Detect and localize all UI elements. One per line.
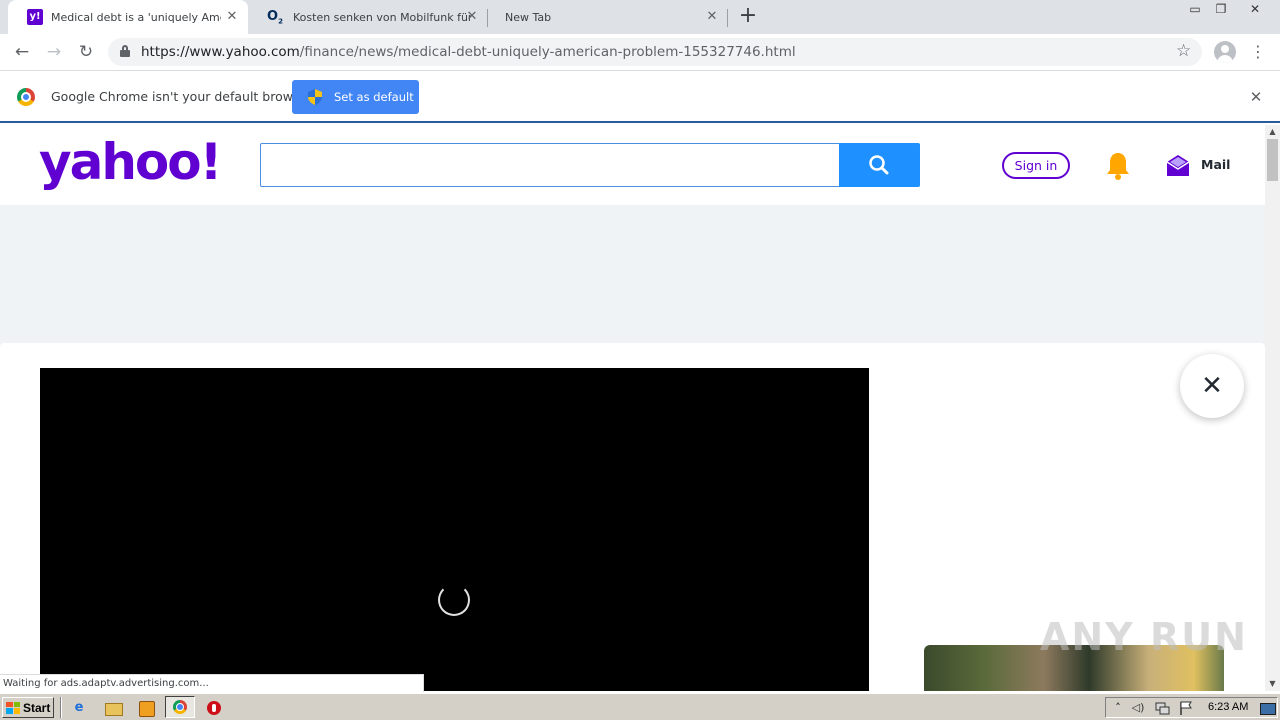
mail-icon[interactable] (1166, 153, 1190, 177)
uac-shield-icon (308, 89, 322, 105)
close-ad-button[interactable]: ✕ (1180, 354, 1244, 418)
chrome-menu-icon[interactable]: ⋮ (1250, 39, 1266, 65)
forward-button[interactable]: → (41, 39, 67, 65)
anyrun-watermark: ANY RUN (1040, 615, 1248, 659)
infobar-close-icon[interactable]: ✕ (1246, 87, 1266, 107)
scroll-thumb[interactable] (1267, 139, 1278, 181)
url-text[interactable]: https://www.yahoo.com/finance/news/medic… (141, 44, 796, 60)
tab-title: New Tab (505, 10, 552, 24)
set-as-default-button[interactable]: Set as default (292, 80, 419, 114)
o2-favicon-icon: O2 (267, 9, 283, 26)
tab-close-icon[interactable]: ✕ (464, 9, 480, 25)
lock-icon[interactable] (120, 45, 130, 57)
browser-toolbar: ← → ↻ https://www.yahoo.com/finance/news… (0, 34, 1280, 71)
network-icon[interactable] (1154, 700, 1170, 716)
system-tray: ˄ ◁) 6:23 AM (1105, 697, 1278, 718)
chrome-taskbar-button[interactable] (165, 696, 195, 718)
tab-close-icon[interactable]: ✕ (704, 9, 720, 25)
window-restore-button[interactable]: ❐ (1208, 0, 1234, 18)
chrome-logo-icon (17, 88, 35, 106)
sign-in-button[interactable]: Sign in (1002, 152, 1070, 179)
yahoo-header: yahoo! Sign in Mail (0, 125, 1265, 205)
notification-bell-icon[interactable] (1105, 151, 1131, 181)
file-explorer-icon[interactable] (104, 699, 123, 717)
tab-o2[interactable]: O2 Kosten senken von Mobilfunk für Ge ✕ (248, 0, 488, 34)
media-player-icon[interactable] (137, 699, 155, 717)
back-button[interactable]: ← (9, 39, 35, 65)
start-label: Start (23, 700, 51, 715)
show-desktop-icon[interactable] (1259, 700, 1276, 716)
opera-icon[interactable] (205, 699, 223, 717)
new-tab-button[interactable]: + (737, 5, 759, 27)
loading-spinner-icon (438, 584, 470, 616)
internet-explorer-icon[interactable]: e (70, 699, 88, 717)
url-path: /finance/news/medical-debt-uniquely-amer… (299, 44, 796, 60)
windows-taskbar: Start e ˄ ◁) 6:23 AM (0, 693, 1280, 720)
window-close-button[interactable]: ✕ (1240, 0, 1270, 18)
address-bar[interactable]: https://www.yahoo.com/finance/news/medic… (108, 38, 1202, 66)
profile-avatar-icon[interactable] (1214, 41, 1236, 63)
window-minimize-button[interactable]: ▭ (1182, 0, 1208, 18)
default-browser-infobar: Google Chrome isn't your default browser… (0, 71, 1280, 123)
search-icon (869, 155, 889, 175)
scroll-up-arrow-icon[interactable]: ▲ (1265, 125, 1280, 139)
page-viewport: yahoo! Sign in Mail ✕ ANY RUN (0, 125, 1265, 691)
search-input[interactable] (260, 143, 840, 187)
bookmark-star-icon[interactable]: ☆ (1176, 41, 1191, 61)
tab-close-icon[interactable]: ✕ (224, 9, 240, 25)
infobar-message: Google Chrome isn't your default browser (51, 89, 313, 104)
volume-icon[interactable]: ◁) (1130, 700, 1146, 716)
taskbar-clock[interactable]: 6:23 AM (1208, 701, 1248, 713)
yahoo-favicon-icon: y! (27, 9, 43, 25)
mail-link[interactable]: Mail (1201, 157, 1230, 172)
search-button[interactable] (839, 143, 920, 187)
taskbar-separator (60, 697, 62, 718)
tab-strip: y! Medical debt is a 'uniquely American … (0, 0, 1280, 34)
video-player[interactable] (40, 368, 869, 691)
reload-button[interactable]: ↻ (73, 39, 99, 65)
page-scrollbar[interactable]: ▲ ▼ (1265, 125, 1280, 691)
status-bubble: Waiting for ads.adaptv.advertising.com..… (0, 674, 424, 692)
tab-title: Medical debt is a 'uniquely American (51, 10, 221, 24)
scroll-down-arrow-icon[interactable]: ▼ (1265, 677, 1280, 691)
start-button[interactable]: Start (2, 697, 54, 718)
yahoo-logo[interactable]: yahoo! (39, 133, 222, 191)
url-host: https://www.yahoo.com (141, 44, 300, 60)
windows-logo-icon (6, 701, 20, 714)
tab-title: Kosten senken von Mobilfunk für Ge (293, 10, 471, 24)
action-center-flag-icon[interactable] (1178, 700, 1194, 716)
set-as-default-label: Set as default (334, 90, 414, 104)
tab-new-tab[interactable]: New Tab ✕ (488, 0, 728, 34)
tab-yahoo-article[interactable]: y! Medical debt is a 'uniquely American … (8, 0, 248, 34)
show-hidden-icons-icon[interactable]: ˄ (1110, 700, 1126, 716)
chrome-icon (173, 700, 187, 714)
